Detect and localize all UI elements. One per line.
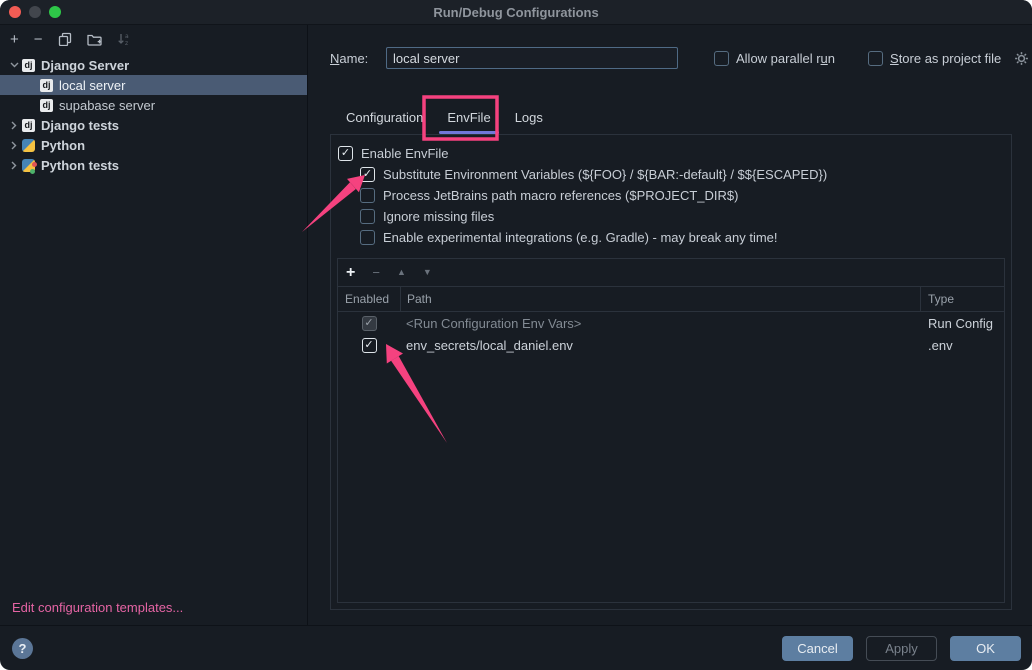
env-files-table: + − ▲ ▼ Enabled Path Type ✓ <Run Configu… xyxy=(337,258,1005,603)
tab-envfile[interactable]: EnvFile xyxy=(435,103,502,134)
python-icon xyxy=(22,139,35,152)
name-label: Name: xyxy=(330,51,386,66)
configurations-sidebar: + − az dj Django Server xyxy=(0,25,308,625)
gear-icon[interactable] xyxy=(1014,51,1029,66)
tree-group-label: Django tests xyxy=(41,118,119,133)
substitute-env-vars-checkbox[interactable]: ✓ xyxy=(360,167,375,182)
row-type: Run Config xyxy=(921,312,1004,334)
cancel-button[interactable]: Cancel xyxy=(782,636,853,661)
option-enable-envfile[interactable]: ✓ Enable EnvFile xyxy=(338,143,1004,164)
allow-parallel-run-label: Allow parallel run xyxy=(736,51,835,66)
ignore-missing-files-checkbox[interactable] xyxy=(360,209,375,224)
chevron-right-icon[interactable] xyxy=(6,121,22,130)
row-path: env_secrets/local_daniel.env xyxy=(400,334,921,356)
edit-configuration-templates-link[interactable]: Edit configuration templates... xyxy=(12,600,183,615)
new-folder-icon[interactable] xyxy=(87,33,102,46)
tree-item-local-server[interactable]: dj local server xyxy=(0,75,307,95)
name-input[interactable] xyxy=(386,47,678,69)
allow-parallel-run-option[interactable]: Allow parallel run xyxy=(714,51,835,66)
svg-text:a: a xyxy=(125,33,129,40)
tab-configuration[interactable]: Configuration xyxy=(334,103,435,134)
move-up-icon[interactable]: ▲ xyxy=(397,268,406,277)
chevron-right-icon[interactable] xyxy=(6,161,22,170)
window-title: Run/Debug Configurations xyxy=(0,5,1032,20)
option-label: Ignore missing files xyxy=(383,209,494,224)
option-process-path-macros[interactable]: Process JetBrains path macro references … xyxy=(360,185,1004,206)
tree-group-label: Django Server xyxy=(41,58,129,73)
enable-envfile-checkbox[interactable]: ✓ xyxy=(338,146,353,161)
option-experimental-integrations[interactable]: Enable experimental integrations (e.g. G… xyxy=(360,227,1004,248)
option-label: Enable EnvFile xyxy=(361,146,448,161)
store-as-project-file-option[interactable]: Store as project file xyxy=(868,51,1029,66)
tree-group-label: Python xyxy=(41,138,85,153)
add-configuration-icon[interactable]: + xyxy=(10,32,19,47)
sidebar-toolbar: + − az xyxy=(0,25,307,53)
process-path-macros-checkbox[interactable] xyxy=(360,188,375,203)
option-substitute-env-vars[interactable]: ✓ Substitute Environment Variables (${FO… xyxy=(360,164,1004,185)
experimental-integrations-checkbox[interactable] xyxy=(360,230,375,245)
option-label: Enable experimental integrations (e.g. G… xyxy=(383,230,778,245)
envfile-tab-panel: ✓ Enable EnvFile ✓ Substitute Environmen… xyxy=(330,134,1012,610)
run-debug-configurations-dialog: Run/Debug Configurations + − az xyxy=(0,0,1032,670)
row-enabled-checkbox: ✓ xyxy=(362,316,377,331)
add-env-file-icon[interactable]: + xyxy=(346,265,355,281)
move-down-icon[interactable]: ▼ xyxy=(423,268,432,277)
chevron-down-icon[interactable] xyxy=(6,62,22,68)
option-label: Process JetBrains path macro references … xyxy=(383,188,738,203)
svg-text:z: z xyxy=(125,40,128,46)
apply-button[interactable]: Apply xyxy=(866,636,937,661)
table-header: Enabled Path Type xyxy=(338,287,1004,312)
remove-configuration-icon[interactable]: − xyxy=(34,32,43,47)
table-row[interactable]: ✓ <Run Configuration Env Vars> Run Confi… xyxy=(338,312,1004,334)
store-as-project-file-label: Store as project file xyxy=(890,51,1001,66)
copy-configuration-icon[interactable] xyxy=(58,32,72,46)
column-header-path[interactable]: Path xyxy=(400,287,920,311)
table-toolbar: + − ▲ ▼ xyxy=(338,259,1004,287)
tree-item-label: supabase server xyxy=(59,98,155,113)
envfile-options: ✓ Enable EnvFile ✓ Substitute Environmen… xyxy=(331,135,1011,258)
column-header-enabled[interactable]: Enabled xyxy=(338,292,400,306)
configuration-tree: dj Django Server dj local server dj supa… xyxy=(0,55,307,175)
tree-group-django-server[interactable]: dj Django Server xyxy=(0,55,307,75)
tree-group-label: Python tests xyxy=(41,158,119,173)
django-icon: dj xyxy=(40,79,53,92)
option-ignore-missing-files[interactable]: Ignore missing files xyxy=(360,206,1004,227)
table-row[interactable]: ✓ env_secrets/local_daniel.env .env xyxy=(338,334,1004,356)
row-type: .env xyxy=(921,334,1004,356)
sort-alphabetically-icon[interactable]: az xyxy=(117,32,131,46)
django-icon: dj xyxy=(40,99,53,112)
row-path: <Run Configuration Env Vars> xyxy=(400,312,921,334)
store-as-project-file-checkbox[interactable] xyxy=(868,51,883,66)
configuration-tabs: Configuration EnvFile Logs xyxy=(334,101,555,134)
chevron-right-icon[interactable] xyxy=(6,141,22,150)
option-label: Substitute Environment Variables (${FOO}… xyxy=(383,167,827,182)
allow-parallel-run-checkbox[interactable] xyxy=(714,51,729,66)
python-tests-icon xyxy=(22,159,35,172)
dialog-footer: ? Cancel Apply OK xyxy=(0,625,1032,670)
tab-logs[interactable]: Logs xyxy=(503,103,555,134)
tree-item-label: local server xyxy=(59,78,125,93)
help-button[interactable]: ? xyxy=(12,638,33,659)
tree-group-django-tests[interactable]: dj Django tests xyxy=(0,115,307,135)
django-tests-icon: dj xyxy=(22,119,35,132)
column-header-type[interactable]: Type xyxy=(920,287,1004,311)
tree-group-python[interactable]: Python xyxy=(0,135,307,155)
tree-group-python-tests[interactable]: Python tests xyxy=(0,155,307,175)
django-icon: dj xyxy=(22,59,35,72)
remove-env-file-icon[interactable]: − xyxy=(372,266,380,279)
ok-button[interactable]: OK xyxy=(950,636,1021,661)
tree-item-supabase-server[interactable]: dj supabase server xyxy=(0,95,307,115)
title-bar: Run/Debug Configurations xyxy=(0,0,1032,25)
configuration-editor: Name: Allow parallel run Store as projec… xyxy=(308,25,1032,625)
row-enabled-checkbox[interactable]: ✓ xyxy=(362,338,377,353)
